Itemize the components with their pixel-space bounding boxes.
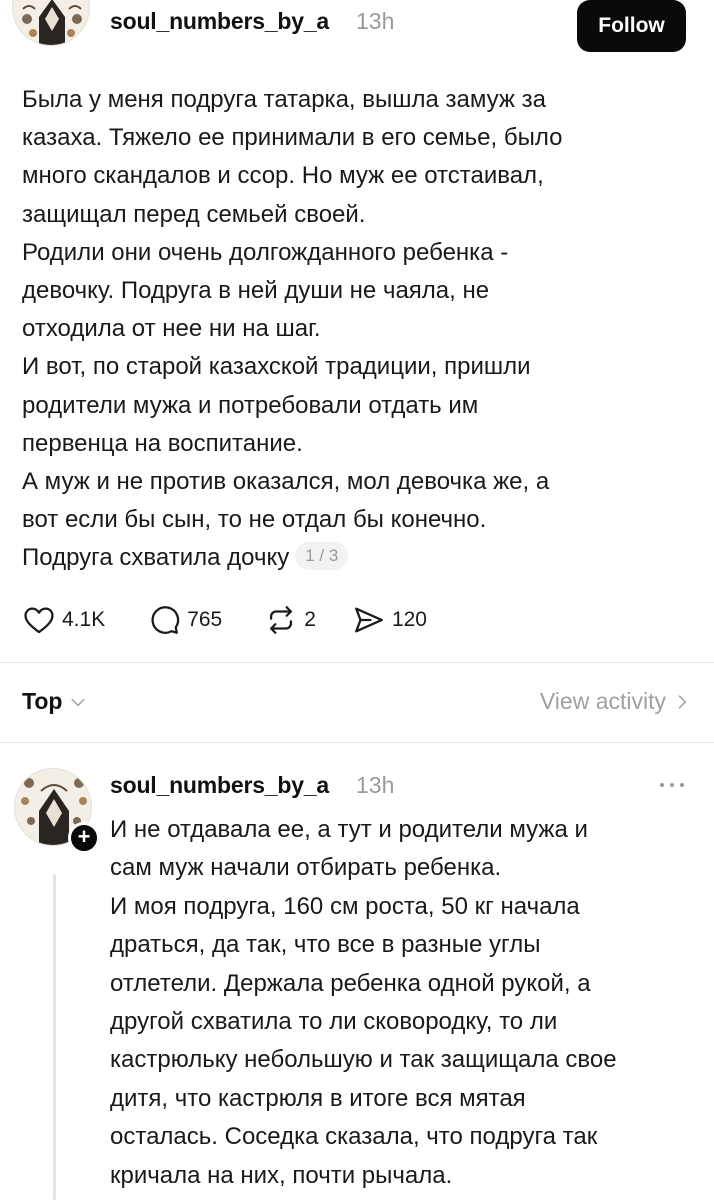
reply-line: И моя подруга, 160 см роста, 50 кг начал… [110, 892, 580, 920]
post-line: много скандалов и ссор. Но муж ее отстаи… [22, 162, 544, 190]
pager-badge: 1 / 3 [295, 542, 349, 571]
reply-button[interactable]: 765 [147, 603, 222, 637]
more-icon [660, 783, 684, 787]
sort-row: Top View activity [22, 684, 692, 724]
like-count: 4.1K [62, 608, 106, 631]
avatar[interactable] [12, 0, 90, 46]
comment-icon [151, 606, 180, 634]
reply-line: отлетели. Держала ребенка одной рукой, а [110, 969, 591, 997]
repost-button[interactable]: 2 [264, 603, 316, 637]
divider [0, 742, 714, 743]
repost-icon [270, 606, 293, 634]
post-line-last: Подруга схватила дочку 1 / 3 [22, 539, 692, 577]
ornamental-avatar-icon [13, 0, 89, 45]
reply-username[interactable]: soul_numbers_by_a [110, 772, 329, 799]
reply-line: кричала на них, почти рычала. [110, 1161, 453, 1189]
sort-label: Top [22, 688, 63, 714]
view-activity-link[interactable]: View activity [540, 688, 692, 715]
heart-icon [24, 607, 54, 634]
reply-count: 765 [187, 608, 223, 631]
chevron-down-icon [71, 698, 86, 706]
follow-button[interactable]: Follow [577, 0, 686, 52]
reply-timestamp: 13h [356, 772, 395, 798]
post-line: защищал перед семьей своей. [22, 200, 366, 228]
reply-line: драться, да так, что все в разные углы [110, 931, 541, 959]
reply-line: сам муж начали отбирать ребенка. [110, 854, 502, 882]
share-count: 120 [391, 608, 427, 631]
post-line: девочку. Подруга в ней души не чаяла, не [22, 277, 490, 305]
sort-dropdown[interactable]: Top [22, 688, 88, 715]
reply-line: другой схватила то ли сковородку, то ли [110, 1008, 558, 1036]
post-line: казаха. Тяжело ее принимали в его семье,… [22, 124, 563, 152]
post-line: Была у меня подруга татарка, вышла замуж… [22, 86, 547, 113]
reply-line: кастрюльку небольшую и так защищала свое [110, 1046, 617, 1074]
reply-body: И не отдавала ее, а тут и родители мужа … [110, 811, 710, 1195]
like-button[interactable]: 4.1K [22, 603, 105, 637]
chevron-right-icon [678, 694, 687, 709]
post-line: А муж и не против оказался, мол девочка … [22, 468, 550, 496]
reply-line: И не отдавала ее, а тут и родители мужа … [110, 816, 588, 843]
post-body: Была у меня подруга татарка, вышла замуж… [22, 81, 692, 578]
more-options-button[interactable] [652, 770, 692, 800]
follow-plus-button[interactable]: + [68, 822, 100, 854]
reply-line: дитя, что кастрюля в итоге вся мятая [110, 1084, 526, 1112]
post-username[interactable]: soul_numbers_by_a [110, 8, 329, 35]
share-icon [355, 607, 383, 633]
thread-line [53, 874, 56, 1200]
repost-count: 2 [304, 608, 316, 631]
post-line: отходила от нее ни на шаг. [22, 315, 321, 343]
post-timestamp: 13h [356, 8, 395, 34]
action-bar: 4.1K 765 2 120 [22, 600, 427, 640]
divider [0, 662, 714, 663]
post-line: Родили они очень долгожданного ребенка - [22, 238, 509, 266]
share-button[interactable]: 120 [352, 603, 427, 637]
post-line: И вот, по старой казахской традиции, при… [22, 353, 531, 381]
post-line: вот если бы сын, то не отдал бы конечно. [22, 506, 487, 534]
view-activity-label: View activity [539, 688, 666, 714]
post-line: родители мужа и потребовали отдать им [22, 391, 479, 419]
post-line-text: Подруга схватила дочку [22, 544, 290, 572]
post-line: первенца на воспитание. [22, 429, 303, 457]
reply-line: осталась. Соседка сказала, что подруга т… [110, 1123, 598, 1151]
